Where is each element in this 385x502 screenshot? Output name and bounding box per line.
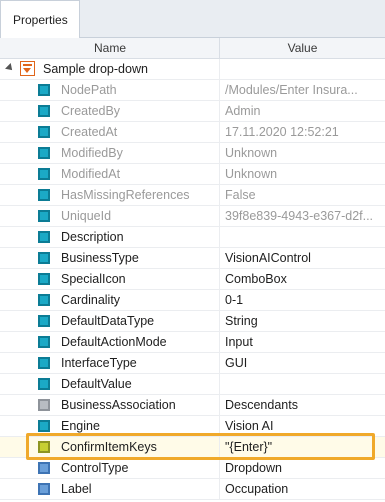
column-header-name[interactable]: Name: [0, 41, 220, 55]
property-icon: [38, 189, 50, 201]
collapse-icon[interactable]: [5, 63, 15, 73]
property-row[interactable]: Engine Vision AI: [0, 416, 385, 437]
property-name: NodePath: [61, 83, 117, 97]
blue-property-icon: [38, 483, 50, 495]
property-icon: [38, 84, 50, 96]
property-row[interactable]: InterfaceType GUI: [0, 353, 385, 374]
tab-properties[interactable]: Properties: [0, 0, 80, 38]
property-value[interactable]: VisionAIControl: [225, 251, 383, 265]
tree-root-row[interactable]: Sample drop-down: [0, 59, 385, 80]
property-icon: [38, 315, 50, 327]
property-value[interactable]: Unknown: [225, 167, 383, 181]
property-name: DefaultDataType: [61, 314, 155, 328]
property-row[interactable]: DefaultDataType String: [0, 311, 385, 332]
property-name: Description: [61, 230, 124, 244]
property-icon: [38, 294, 50, 306]
property-name: DefaultValue: [61, 377, 132, 391]
property-icon: [38, 420, 50, 432]
property-value[interactable]: ComboBox: [225, 272, 383, 286]
property-value[interactable]: Dropdown: [225, 461, 383, 475]
property-name: UniqueId: [61, 209, 112, 223]
property-row[interactable]: CreatedBy Admin: [0, 101, 385, 122]
property-name: CreatedAt: [61, 125, 118, 139]
association-icon: [38, 399, 50, 411]
property-name: ModifiedAt: [61, 167, 121, 181]
property-icon: [38, 231, 50, 243]
property-icon: [38, 357, 50, 369]
property-row[interactable]: ControlType Dropdown: [0, 458, 385, 479]
highlighted-property-icon: [38, 441, 50, 453]
property-row[interactable]: Cardinality 0-1: [0, 290, 385, 311]
property-value[interactable]: Vision AI: [225, 419, 383, 433]
property-row[interactable]: DefaultValue: [0, 374, 385, 395]
property-value[interactable]: Occupation: [225, 482, 383, 496]
tree-root-label: Sample drop-down: [43, 62, 148, 76]
property-name: DefaultActionMode: [61, 335, 167, 349]
property-name: CreatedBy: [61, 104, 121, 118]
property-row[interactable]: BusinessType VisionAIControl: [0, 248, 385, 269]
property-name: Engine: [61, 419, 100, 433]
property-name: ConfirmItemKeys: [61, 440, 157, 454]
property-row[interactable]: CreatedAt 17.11.2020 12:52:21: [0, 122, 385, 143]
property-icon: [38, 105, 50, 117]
property-row[interactable]: DefaultActionMode Input: [0, 332, 385, 353]
property-name: ModifiedBy: [61, 146, 123, 160]
property-icon: [38, 336, 50, 348]
property-icon: [38, 126, 50, 138]
property-value[interactable]: Unknown: [225, 146, 383, 160]
property-icon: [38, 252, 50, 264]
property-name: Cardinality: [61, 293, 121, 307]
property-row[interactable]: ModifiedBy Unknown: [0, 143, 385, 164]
property-row[interactable]: ModifiedAt Unknown: [0, 164, 385, 185]
property-value[interactable]: Descendants: [225, 398, 383, 412]
property-row[interactable]: SpecialIcon ComboBox: [0, 269, 385, 290]
property-value[interactable]: String: [225, 314, 383, 328]
property-name: SpecialIcon: [61, 272, 126, 286]
property-value[interactable]: 17.11.2020 12:52:21: [225, 125, 383, 139]
dropdown-control-icon: [20, 61, 35, 76]
property-value[interactable]: 39f8e839-4943-e367-d2f...: [225, 209, 383, 223]
property-row[interactable]: ConfirmItemKeys "{Enter}": [0, 437, 385, 458]
property-name: Label: [61, 482, 92, 496]
property-row[interactable]: Description: [0, 227, 385, 248]
property-icon: [38, 147, 50, 159]
property-value[interactable]: Admin: [225, 104, 383, 118]
property-value[interactable]: "{Enter}": [225, 440, 383, 454]
property-value[interactable]: 0-1: [225, 293, 383, 307]
property-icon: [38, 210, 50, 222]
property-row[interactable]: Label Occupation: [0, 479, 385, 500]
grid-header: Name Value: [0, 38, 385, 59]
property-value[interactable]: False: [225, 188, 383, 202]
property-value[interactable]: /Modules/Enter Insura...: [225, 83, 383, 97]
property-row[interactable]: HasMissingReferences False: [0, 185, 385, 206]
property-row[interactable]: NodePath/Modules/Enter Insura...: [0, 80, 385, 101]
property-name: BusinessType: [61, 251, 139, 265]
property-value[interactable]: GUI: [225, 356, 383, 370]
tab-properties-label: Properties: [13, 13, 68, 27]
property-value[interactable]: Input: [225, 335, 383, 349]
property-name: ControlType: [61, 461, 129, 475]
property-name: HasMissingReferences: [61, 188, 190, 202]
property-name: BusinessAssociation: [61, 398, 176, 412]
property-icon: [38, 378, 50, 390]
property-row[interactable]: BusinessAssociation Descendants: [0, 395, 385, 416]
column-header-value[interactable]: Value: [220, 41, 385, 55]
blue-property-icon: [38, 462, 50, 474]
property-icon: [38, 168, 50, 180]
property-icon: [38, 273, 50, 285]
tab-strip: Properties: [0, 0, 385, 38]
property-name: InterfaceType: [61, 356, 137, 370]
property-row[interactable]: UniqueId 39f8e839-4943-e367-d2f...: [0, 206, 385, 227]
